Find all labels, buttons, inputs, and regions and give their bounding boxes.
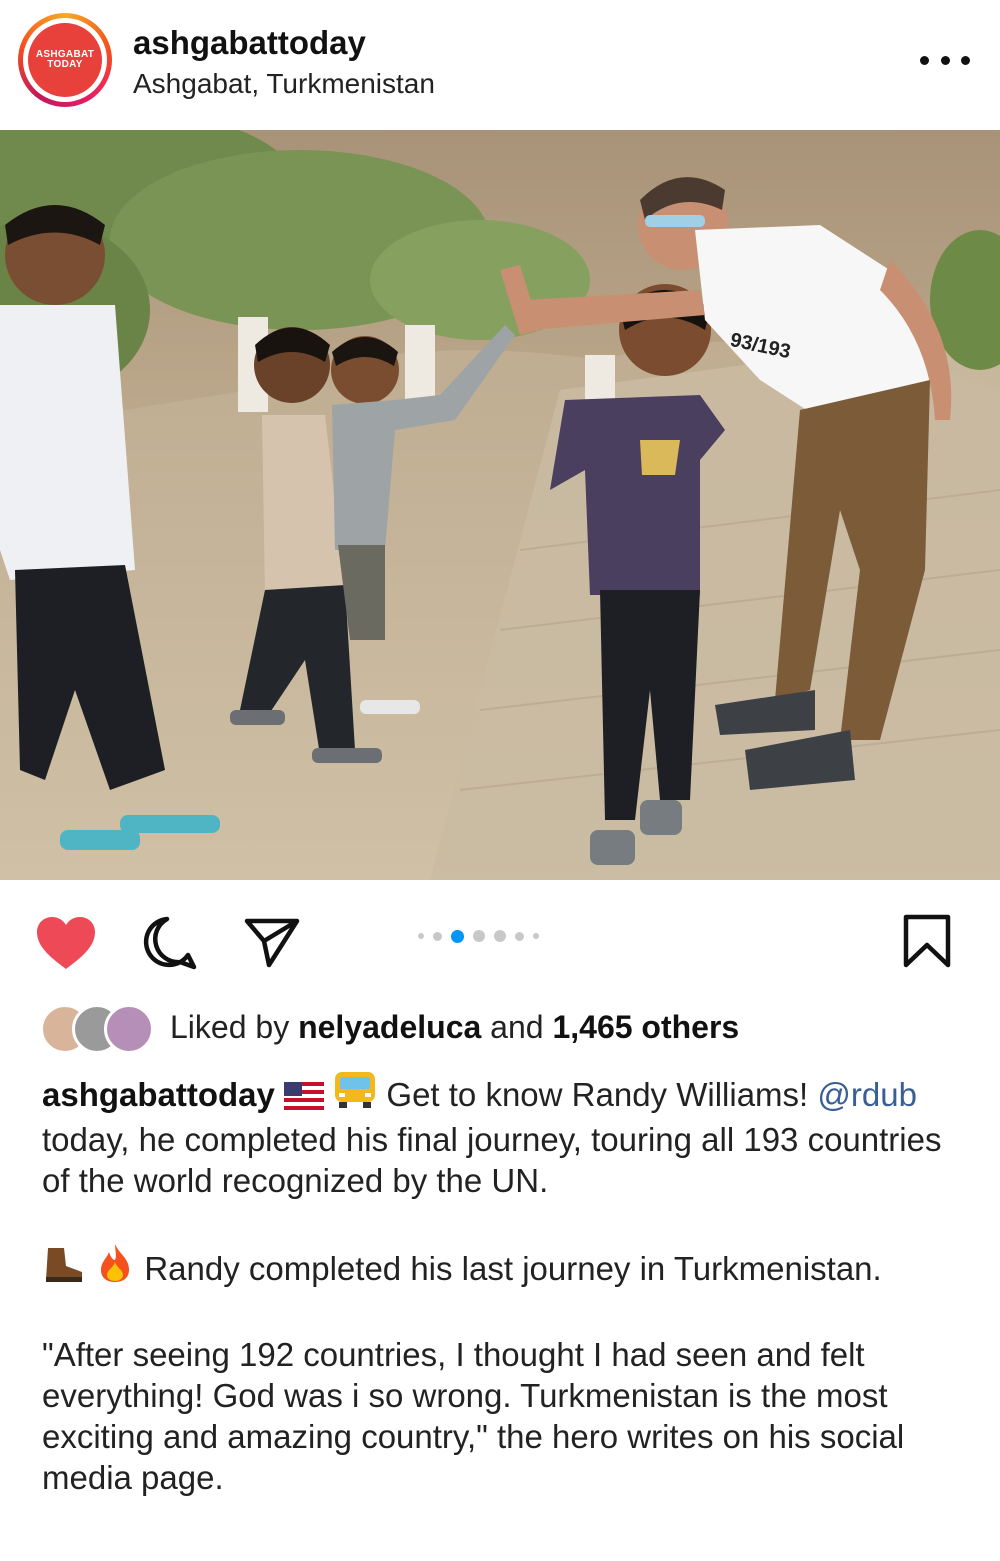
liker-username[interactable]: nelyadeluca <box>298 1009 481 1045</box>
us-flag-icon <box>284 1078 325 1119</box>
fire-icon <box>95 1242 135 1293</box>
bookmark-icon[interactable] <box>902 913 952 969</box>
post-header: ASHGABAT TODAY ashgabattoday Ashgabat, T… <box>0 0 1000 130</box>
carousel-dot <box>473 930 485 942</box>
likes-summary: Liked by nelyadeluca and 1,465 others <box>170 1009 740 1045</box>
post-location[interactable]: Ashgabat, Turkmenistan <box>133 68 435 100</box>
carousel-indicator <box>418 929 539 943</box>
carousel-dot <box>494 930 506 942</box>
mention-link[interactable]: @rdub <box>817 1076 917 1113</box>
post-caption: ashgabattoday Get to know Randy Williams… <box>42 1070 972 1498</box>
caption-username[interactable]: ashgabattoday <box>42 1076 275 1113</box>
hiking-boot-icon <box>42 1244 86 1293</box>
post-username[interactable]: ashgabattoday <box>133 24 366 62</box>
profile-avatar[interactable]: ASHGABAT TODAY <box>18 13 112 107</box>
carousel-dot <box>433 931 442 941</box>
share-send-icon[interactable] <box>243 915 301 969</box>
carousel-dot <box>418 933 424 939</box>
caption-para3: "After seeing 192 countries, I thought I… <box>42 1336 905 1496</box>
caption-line1-rest: today, he completed his final journey, t… <box>42 1121 942 1199</box>
carousel-dot-active <box>451 929 464 943</box>
bus-icon <box>333 1070 377 1119</box>
likes-row[interactable]: Liked by nelyadeluca and 1,465 others <box>40 1004 960 1054</box>
carousel-dot <box>533 933 539 939</box>
ashgabat-today-logo: ASHGABAT TODAY <box>28 23 102 97</box>
liker-avatar <box>104 1004 154 1054</box>
more-options-button[interactable] <box>920 45 970 75</box>
photo-illustration: 93/193 <box>0 130 1000 880</box>
like-heart-icon[interactable] <box>35 915 97 971</box>
post-photo[interactable]: 93/193 <box>0 130 1000 880</box>
likes-count[interactable]: 1,465 others <box>552 1009 739 1045</box>
caption-line1: Get to know Randy Williams! <box>386 1076 809 1113</box>
comment-icon[interactable] <box>140 915 200 973</box>
carousel-dot <box>515 931 524 941</box>
caption-para2: Randy completed his last journey in Turk… <box>144 1250 882 1287</box>
